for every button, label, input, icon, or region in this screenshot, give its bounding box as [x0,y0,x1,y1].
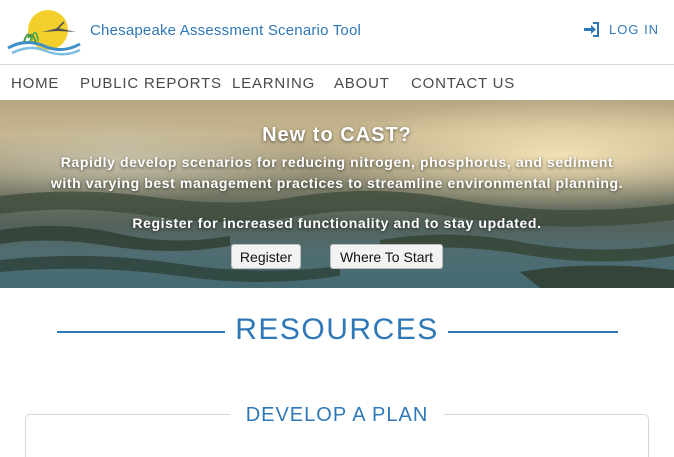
cast-logo-icon[interactable] [6,8,82,58]
nav-item-contact-us[interactable]: CONTACT US [411,75,515,92]
develop-plan-heading: DEVELOP A PLAN [229,404,445,426]
hero-description: Rapidly develop scenarios for reducing n… [50,154,624,191]
login-link[interactable]: LOG IN [583,21,659,38]
main-nav: HOME PUBLIC REPORTS LEARNING ABOUT CONTA… [0,66,674,100]
login-label: LOG IN [609,22,660,37]
nav-item-public-reports[interactable]: PUBLIC REPORTS [80,75,222,92]
hero-banner: New to CAST? Rapidly develop scenarios f… [0,100,674,288]
develop-plan-heading-wrap: DEVELOP A PLAN [0,404,674,427]
hero-title: New to CAST? [262,124,412,146]
register-button[interactable]: Register [231,244,301,269]
site-header: Chesapeake Assessment Scenario Tool LOG … [0,0,674,65]
nav-item-about[interactable]: ABOUT [334,75,390,92]
nav-item-learning[interactable]: LEARNING [232,75,315,92]
sign-in-icon [584,22,599,37]
nav-item-home[interactable]: HOME [11,75,59,92]
site-title[interactable]: Chesapeake Assessment Scenario Tool [90,22,361,39]
resources-heading: RESOURCES [235,313,439,346]
hero-register-note: Register for increased functionality and… [132,215,542,231]
where-to-start-button[interactable]: Where To Start [330,244,443,269]
